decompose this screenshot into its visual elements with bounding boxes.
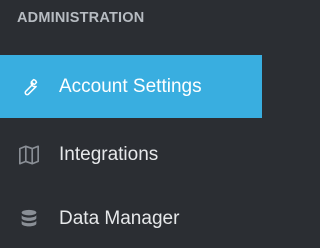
sidebar-item-label: Integrations [59, 143, 159, 165]
sidebar-item-label: Account Settings [59, 75, 202, 97]
sidebar-item-label: Data Manager [59, 207, 180, 229]
sidebar-item-integrations[interactable]: Integrations [0, 123, 262, 186]
sidebar-item-account-settings[interactable]: Account Settings [0, 55, 262, 118]
section-title: ADMINISTRATION [17, 10, 145, 26]
map-icon [18, 144, 40, 166]
sidebar-item-data-manager[interactable]: Data Manager [0, 187, 262, 248]
admin-sidebar: ADMINISTRATION Account Settings Integrat… [0, 0, 262, 248]
database-icon [18, 208, 40, 230]
wrench-icon [18, 76, 40, 98]
